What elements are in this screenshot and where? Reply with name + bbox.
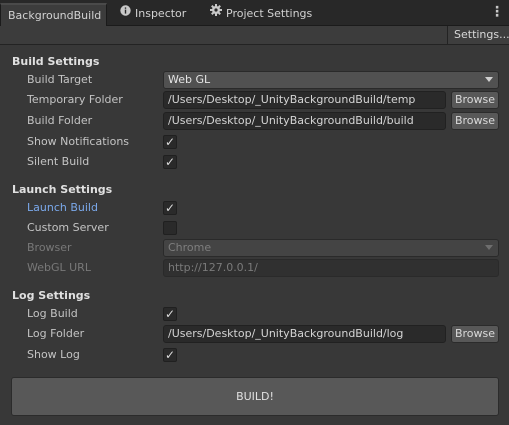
toolbar: Settings... [0, 26, 509, 45]
tab-label: Project Settings [226, 7, 313, 20]
temporary-folder-label: Temporary Folder [27, 93, 123, 106]
build-folder-field[interactable]: /Users/Desktop/_UnityBackgroundBuild/bui… [163, 112, 446, 130]
build-button[interactable]: BUILD! [11, 377, 499, 416]
tab-label: BackgroundBuild [8, 9, 102, 22]
more-options-icon[interactable]: ⋮ [490, 4, 504, 22]
tab-label: Inspector [135, 7, 187, 20]
webgl-url-label: WebGL URL [27, 261, 91, 274]
custom-server-checkbox[interactable] [163, 221, 177, 235]
log-folder-field[interactable]: /Users/Desktop/_UnityBackgroundBuild/log [163, 325, 446, 343]
webgl-url-field: http://127.0.0.1/ [163, 259, 499, 277]
temporary-folder-field[interactable]: /Users/Desktop/_UnityBackgroundBuild/tem… [163, 91, 446, 109]
silent-build-label: Silent Build [27, 155, 90, 168]
log-folder-browse-button[interactable]: Browse [451, 325, 499, 343]
log-build-checkbox[interactable]: ✓ [163, 307, 177, 321]
tab-inspector[interactable]: Inspector [120, 3, 210, 26]
temporary-folder-browse-button[interactable]: Browse [451, 91, 499, 109]
show-log-checkbox[interactable]: ✓ [163, 348, 177, 362]
launch-build-label: Launch Build [27, 201, 98, 214]
dropdown-arrow-icon [485, 245, 493, 250]
silent-build-checkbox[interactable]: ✓ [163, 155, 177, 169]
gear-icon [210, 2, 222, 24]
build-folder-label: Build Folder [27, 114, 93, 127]
show-notifications-checkbox[interactable]: ✓ [163, 135, 177, 149]
build-target-dropdown[interactable]: Web GL [163, 71, 499, 89]
browser-dropdown: Chrome [163, 239, 499, 257]
tab-project-settings[interactable]: Project Settings [210, 3, 330, 26]
log-folder-label: Log Folder [27, 327, 85, 340]
launch-build-checkbox[interactable]: ✓ [163, 201, 177, 215]
info-icon [120, 2, 131, 24]
log-settings-header: Log Settings [12, 289, 91, 302]
build-target-label: Build Target [27, 73, 93, 86]
show-notifications-label: Show Notifications [27, 135, 130, 148]
tab-background-build[interactable]: BackgroundBuild [0, 3, 107, 26]
build-settings-header: Build Settings [12, 55, 100, 68]
log-build-label: Log Build [27, 307, 78, 320]
build-target-value: Web GL [168, 73, 211, 86]
launch-settings-header: Launch Settings [12, 183, 113, 196]
build-folder-browse-button[interactable]: Browse [451, 112, 499, 130]
show-log-label: Show Log [27, 348, 80, 361]
custom-server-label: Custom Server [27, 221, 109, 234]
browser-label: Browser [27, 241, 72, 254]
settings-button[interactable]: Settings... [447, 26, 509, 44]
tab-bar: BackgroundBuild Inspector Project Settin… [0, 0, 509, 26]
browser-value: Chrome [168, 241, 212, 254]
dropdown-arrow-icon [485, 77, 493, 82]
